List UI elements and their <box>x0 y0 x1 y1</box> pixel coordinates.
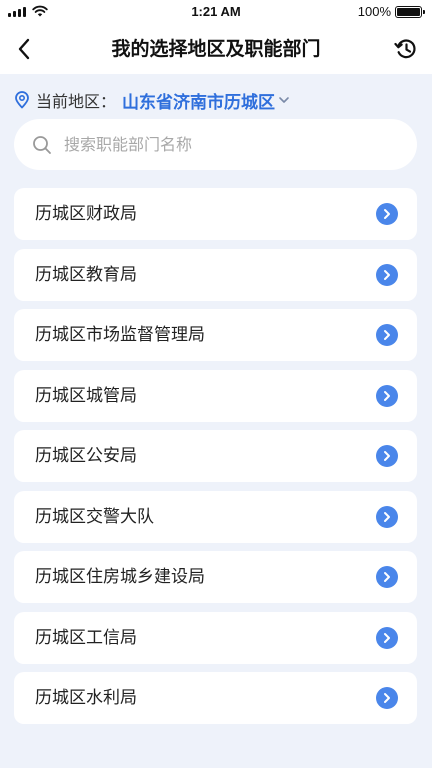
status-indicators-right: 100% <box>357 4 425 19</box>
search-icon <box>33 135 51 154</box>
department-item[interactable]: 历城区住房城乡建设局 <box>14 551 417 603</box>
chevron-left-icon <box>18 38 30 60</box>
region-picker[interactable]: 山东省济南市历城区 <box>122 88 290 113</box>
department-name: 历城区住房城乡建设局 <box>35 567 205 587</box>
department-item[interactable]: 历城区市场监督管理局 <box>14 309 417 361</box>
current-location-label: 当前地区： <box>36 92 117 111</box>
department-item[interactable]: 历城区工信局 <box>14 611 417 664</box>
history-button[interactable] <box>390 33 422 65</box>
chevron-right-circle-icon <box>376 626 398 649</box>
history-clock-icon <box>394 39 416 59</box>
chevron-right-circle-icon <box>376 324 398 346</box>
department-item[interactable]: 历城区财政局 <box>14 188 417 240</box>
search-input[interactable] <box>64 135 384 154</box>
department-name: 历城区城管局 <box>35 385 137 406</box>
search-bar <box>14 119 417 170</box>
department-item[interactable]: 历城区教育局 <box>14 248 417 301</box>
battery-percent: 100% <box>357 4 391 19</box>
department-item[interactable]: 历城区公安局 <box>14 430 417 482</box>
chevron-down-icon <box>279 97 289 103</box>
current-location-value: 山东省济南市历城区 <box>122 92 276 113</box>
department-name: 历城区工信局 <box>35 627 137 648</box>
status-bar: 1:21 AM 100% <box>0 0 432 24</box>
department-name: 历城区公安局 <box>35 446 137 466</box>
location-pin-icon <box>15 91 29 109</box>
chevron-right-circle-icon <box>376 687 398 709</box>
back-button[interactable] <box>8 33 40 65</box>
department-name: 历城区交警大队 <box>35 506 154 527</box>
department-name: 历城区财政局 <box>35 204 137 224</box>
department-item[interactable]: 历城区交警大队 <box>14 490 417 543</box>
page-title: 我的选择地区及职能部门 <box>111 38 321 60</box>
department-name: 历城区市场监督管理局 <box>35 325 205 345</box>
chevron-right-circle-icon <box>376 445 398 467</box>
department-name: 历城区水利局 <box>35 688 137 708</box>
department-name: 历城区教育局 <box>35 264 137 285</box>
battery-icon <box>395 5 425 18</box>
chevron-right-circle-icon <box>376 566 398 588</box>
department-item[interactable]: 历城区水利局 <box>14 672 417 724</box>
department-list: 历城区财政局 历城区教育局历城区市场监督管理局 历城区城管局 历城区公安局 历城区交警大… <box>14 188 417 733</box>
chevron-right-circle-icon <box>376 263 398 286</box>
chevron-right-circle-icon <box>376 505 398 528</box>
navigation-bar: 我的选择地区及职能部门 <box>0 24 432 74</box>
battery-level <box>397 7 420 16</box>
current-location-row: 当前地区： 山东省济南市历城区 <box>14 86 290 114</box>
chevron-right-circle-icon <box>376 384 398 407</box>
department-item[interactable]: 历城区城管局 <box>14 369 417 422</box>
chevron-right-circle-icon <box>376 203 398 225</box>
